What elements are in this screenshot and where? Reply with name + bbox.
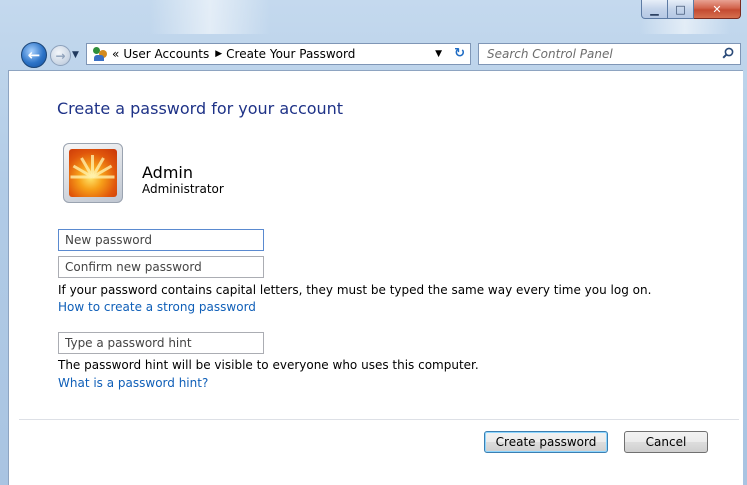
user-accounts-icon [92,46,108,62]
breadcrumb-overflow[interactable]: « [112,47,119,61]
refresh-icon[interactable]: ↻ [454,46,465,61]
search-placeholder: Search Control Panel [487,47,613,61]
minimize-button[interactable]: ▁ [641,0,668,19]
divider [19,419,739,420]
breadcrumb-create-your-password[interactable]: Create Your Password [226,47,355,61]
title-bar[interactable]: ▁ □ ✕ [0,0,747,34]
maximize-button[interactable]: □ [668,0,694,19]
avatar [63,143,123,203]
breadcrumb-user-accounts[interactable]: User Accounts [123,47,209,61]
content-pane: Create a password for your account Admin… [8,70,743,485]
password-hint-link[interactable]: What is a password hint? [58,376,208,390]
hint-visibility-note: The password hint will be visible to eve… [58,358,479,372]
glass-reflection [150,0,270,34]
window-frame: ▁ □ ✕ ← → ▼ « User Accounts ▶ Create You… [0,0,747,485]
forward-button[interactable]: → [50,45,71,66]
page-title: Create a password for your account [57,99,344,118]
close-button[interactable]: ✕ [694,0,741,19]
address-bar[interactable]: « User Accounts ▶ Create Your Password ▼… [86,43,471,65]
address-dropdown-icon[interactable]: ▼ [435,49,442,59]
strong-password-link[interactable]: How to create a strong password [58,300,256,314]
user-name: Admin [142,163,193,182]
flower-picture-icon [69,149,117,197]
confirm-password-field[interactable] [58,256,264,278]
password-hint-field[interactable] [58,332,264,354]
cancel-button[interactable]: Cancel [624,431,708,453]
window-controls: ▁ □ ✕ [641,0,741,20]
recent-pages-dropdown[interactable]: ▼ [72,50,79,60]
search-input[interactable]: Search Control Panel [478,43,741,65]
new-password-field[interactable] [58,229,264,251]
breadcrumb-separator-icon[interactable]: ▶ [215,49,222,59]
search-icon[interactable] [722,47,734,59]
user-role: Administrator [142,182,224,196]
create-password-button[interactable]: Create password [484,431,608,453]
back-button[interactable]: ← [21,42,47,68]
capital-letters-note: If your password contains capital letter… [58,283,652,297]
navigation-bar: ← → ▼ « User Accounts ▶ Create Your Pass… [0,38,747,68]
